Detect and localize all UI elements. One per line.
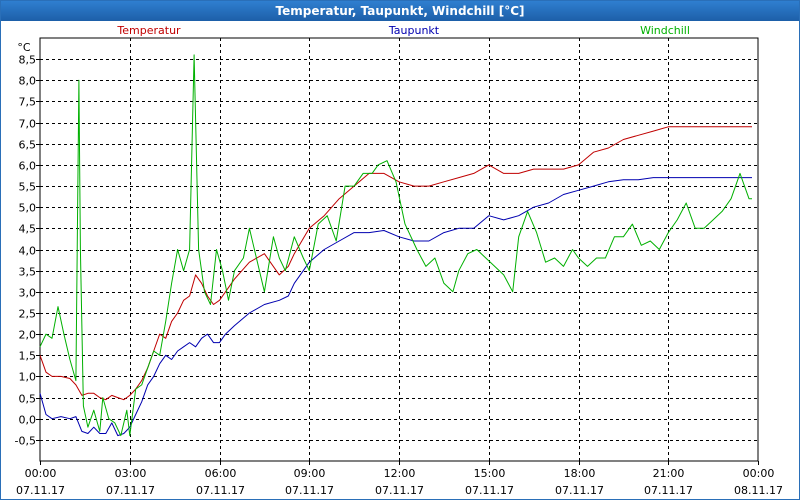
y-tick-label: 8,5 xyxy=(19,54,37,67)
y-tick-label: 3,0 xyxy=(19,287,37,300)
x-tick-date: 07.11.17 xyxy=(644,484,693,497)
x-tick-date: 07.11.17 xyxy=(375,484,424,497)
x-tick-date: 07.11.17 xyxy=(16,484,65,497)
y-tick-label: 8,0 xyxy=(19,75,37,88)
y-axis-label: °C xyxy=(17,41,31,54)
legend-temperatur: Temperatur xyxy=(116,24,181,37)
y-tick-label: 7,5 xyxy=(19,96,37,109)
x-tick-time: 00:00 xyxy=(743,467,775,480)
x-tick-date: 07.11.17 xyxy=(285,484,334,497)
y-tick-label: 1,0 xyxy=(19,371,37,384)
grid xyxy=(39,37,759,462)
x-tick-date: 08.11.17 xyxy=(734,484,783,497)
y-tick-label: 5,5 xyxy=(19,181,37,194)
y-tick-label: 0,0 xyxy=(19,414,37,427)
x-tick-date: 07.11.17 xyxy=(196,484,245,497)
chart-window: Temperatur, Taupunkt, Windchill [°C] Tem… xyxy=(0,0,800,500)
legend: Temperatur Taupunkt Windchill xyxy=(116,24,690,37)
legend-windchill: Windchill xyxy=(640,24,690,37)
y-tick-label: 2,0 xyxy=(19,329,37,342)
legend-taupunkt: Taupunkt xyxy=(388,24,440,37)
window-title: Temperatur, Taupunkt, Windchill [°C] xyxy=(1,1,799,21)
x-tick-time: 15:00 xyxy=(474,467,506,480)
x-tick-time: 09:00 xyxy=(294,467,326,480)
y-tick-label: -0,5 xyxy=(15,435,36,448)
x-tick-time: 03:00 xyxy=(115,467,147,480)
x-tick-time: 00:00 xyxy=(25,467,57,480)
x-tick-time: 06:00 xyxy=(205,467,237,480)
line-chart: Temperatur Taupunkt Windchill -0,5 0,0 0,5 1,… xyxy=(15,24,783,497)
y-tick-label: 6,0 xyxy=(19,160,37,173)
y-tick-label: 2,5 xyxy=(19,308,37,321)
x-tick-date: 07.11.17 xyxy=(555,484,604,497)
y-tick-label: 6,5 xyxy=(19,139,37,152)
y-tick-label: 7,0 xyxy=(19,118,37,131)
x-tick-date: 07.11.17 xyxy=(106,484,155,497)
y-tick-label: 1,5 xyxy=(19,350,37,363)
x-tick-date: 07.11.17 xyxy=(465,484,514,497)
y-tick-label: 0,5 xyxy=(19,393,37,406)
y-tick-label: 4,0 xyxy=(19,245,37,258)
x-tick-time: 18:00 xyxy=(564,467,596,480)
y-tick-label: 4,5 xyxy=(19,223,37,236)
y-tick-label: 5,0 xyxy=(19,202,37,215)
x-tick-time: 12:00 xyxy=(384,467,416,480)
x-tick-time: 21:00 xyxy=(653,467,685,480)
y-tick-label: 3,5 xyxy=(19,266,37,279)
